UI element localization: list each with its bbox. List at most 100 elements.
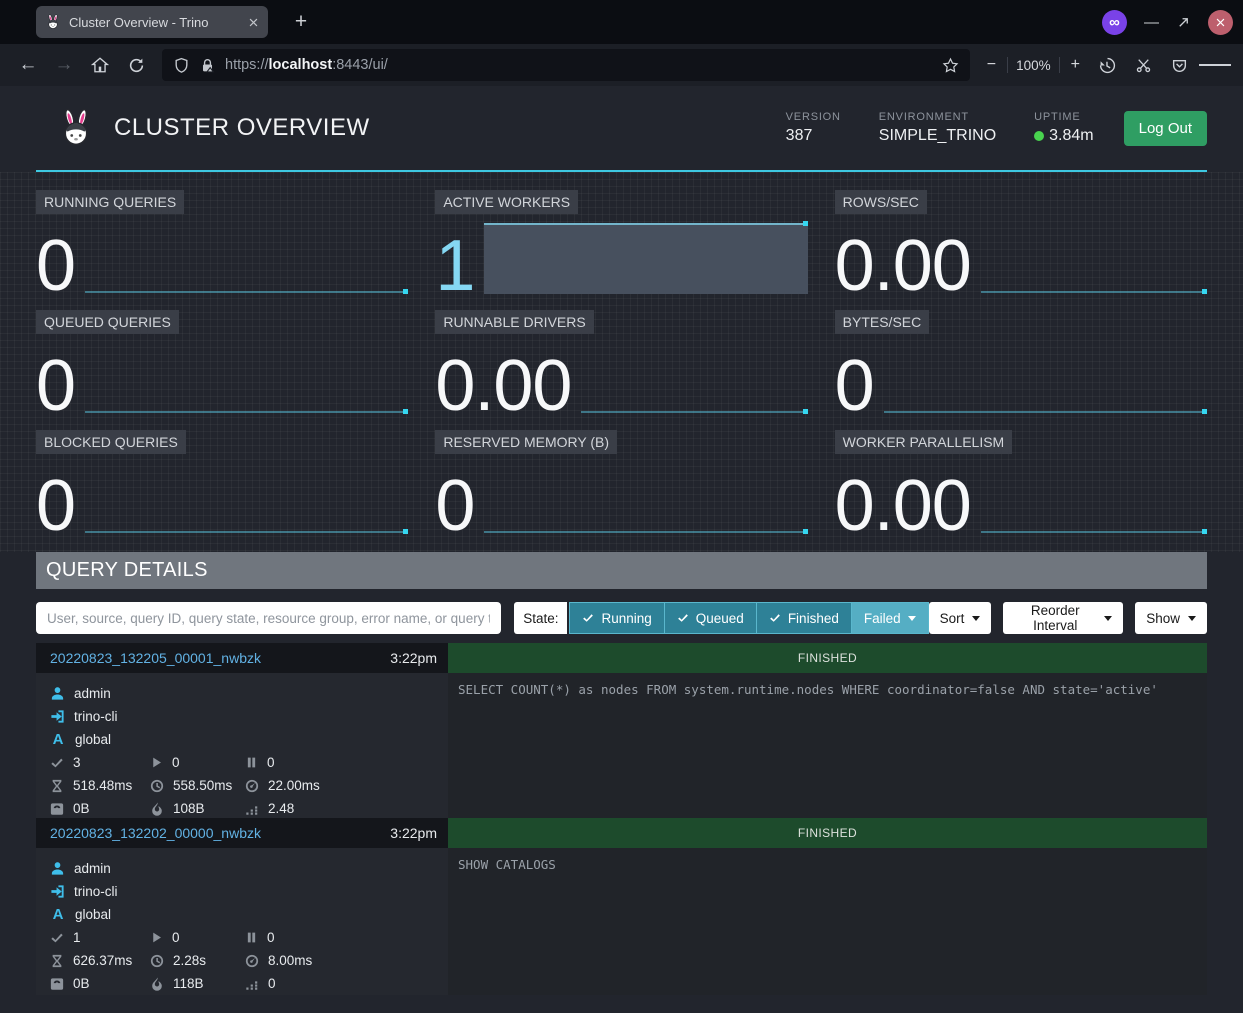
version-value: 387 (786, 127, 841, 145)
completed-splits-icon (50, 756, 64, 770)
query-row-header: 20220823_132205_00001_nwbzk 3:22pm FINIS… (36, 643, 1207, 673)
version-meta: VERSION 387 (786, 111, 841, 145)
query-id-link[interactable]: 20220823_132202_00000_nwbzk (50, 825, 261, 841)
query-row-header: 20220823_132202_00000_nwbzk 3:22pm FINIS… (36, 818, 1207, 848)
elapsed-time: 558.50ms (173, 778, 232, 793)
zoom-out-button[interactable]: − (984, 56, 999, 74)
query-row-body: admin trino-cli Aglobal 3 0 0 518.48ms 5… (36, 673, 1207, 815)
source-icon (50, 709, 65, 724)
uptime-status-dot (1034, 131, 1044, 141)
window-minimize-button[interactable]: — (1144, 14, 1159, 31)
chevron-down-icon (1188, 616, 1196, 621)
url-bar[interactable]: https://localhost:8443/ui/ (162, 49, 970, 81)
history-button[interactable] (1091, 50, 1123, 80)
check-icon (582, 612, 594, 624)
running-splits: 0 (172, 755, 180, 770)
trino-bunny-logo (56, 108, 96, 148)
new-tab-button[interactable]: + (286, 7, 316, 37)
stat-card: BYTES/SEC 0 (835, 305, 1207, 420)
query-row-body: admin trino-cli Aglobal 1 0 0 626.37ms 2… (36, 848, 1207, 990)
show-label: Show (1146, 611, 1180, 626)
tracking-shield-icon[interactable] (173, 57, 190, 74)
environment-value: SIMPLE_TRINO (879, 127, 996, 145)
browser-tab[interactable]: Cluster Overview - Trino (36, 6, 268, 38)
query-resource-group: global (75, 732, 111, 747)
query-resource-group: global (75, 907, 111, 922)
sort-button[interactable]: Sort (929, 602, 992, 634)
forward-button[interactable]: → (48, 50, 80, 80)
zoom-level[interactable]: 100% (1016, 58, 1051, 73)
trino-app: CLUSTER OVERVIEW VERSION 387 ENVIRONMENT… (0, 86, 1243, 1013)
cumulative-memory: 118B (173, 976, 204, 991)
query-row: 20220823_132205_00001_nwbzk 3:22pm FINIS… (36, 643, 1207, 815)
current-memory: 0B (73, 976, 90, 991)
query-row: 20220823_132202_00000_nwbzk 3:22pm FINIS… (36, 818, 1207, 990)
cumulative-memory-icon (150, 802, 164, 816)
current-memory: 0B (73, 801, 90, 816)
query-time: 3:22pm (390, 650, 437, 666)
separator (1007, 57, 1008, 73)
stat-card: RUNNABLE DRIVERS 0.00 (435, 305, 807, 420)
query-search-input[interactable] (36, 602, 501, 634)
back-button[interactable]: ← (12, 50, 44, 80)
reload-button[interactable] (120, 50, 152, 80)
state-filter-label: State: (514, 602, 567, 634)
stat-card-value: 0 (435, 478, 474, 534)
state-filter-button[interactable]: Failed (852, 602, 929, 634)
sparkline (484, 223, 807, 294)
version-label: VERSION (786, 111, 841, 123)
stat-card: ROWS/SEC 0.00 (835, 185, 1207, 300)
running-splits-icon (150, 931, 163, 944)
sparkline (884, 343, 1207, 414)
stat-card-label: BYTES/SEC (835, 310, 930, 334)
cpu-time-icon (245, 954, 259, 968)
state-filter-button[interactable]: Running (569, 602, 664, 634)
stat-card-value: 0 (36, 478, 75, 534)
queued-splits-icon (245, 931, 258, 944)
state-filter-button[interactable]: Finished (757, 602, 852, 634)
query-source: trino-cli (74, 709, 118, 724)
menu-button[interactable] (1199, 50, 1231, 80)
stat-card-value: 0.00 (835, 238, 971, 294)
queued-splits: 0 (267, 755, 275, 770)
window-close-button[interactable] (1208, 10, 1233, 35)
page-title: CLUSTER OVERVIEW (114, 114, 370, 142)
zoom-in-button[interactable]: + (1068, 56, 1083, 74)
url-prefix: https:// (225, 57, 269, 73)
lock-warning-icon[interactable] (199, 57, 216, 74)
home-button[interactable] (84, 50, 116, 80)
sparkline (981, 463, 1207, 534)
url-suffix: :8443/ui/ (332, 57, 388, 73)
query-filter-toolbar: State: Running Queued Finished Failed So… (36, 602, 1207, 634)
logout-button[interactable]: Log Out (1124, 111, 1207, 146)
stat-card-value: 0 (36, 358, 75, 414)
check-icon (677, 612, 689, 624)
show-button[interactable]: Show (1135, 602, 1207, 634)
cumulative-memory-icon (150, 977, 164, 991)
completed-splits-icon (50, 931, 64, 945)
stat-card-label: QUEUED QUERIES (36, 310, 179, 334)
query-details-title: QUERY DETAILS (46, 559, 208, 582)
state-filter-button[interactable]: Queued (665, 602, 757, 634)
stat-card-label: BLOCKED QUERIES (36, 430, 186, 454)
reorder-interval-button[interactable]: Reorder Interval (1003, 602, 1123, 634)
query-details-header: QUERY DETAILS (36, 552, 1207, 589)
queued-splits-icon (245, 756, 258, 769)
window-restore-button[interactable] (1176, 15, 1191, 30)
state-filter-button-label: Finished (788, 611, 839, 626)
cluster-stats-section: RUNNING QUERIES 0 ACTIVE WORKERS 1 ROWS/… (0, 172, 1243, 552)
query-id-link[interactable]: 20220823_132205_00001_nwbzk (50, 650, 261, 666)
screenshot-button[interactable] (1127, 50, 1159, 80)
browser-tab-bar: Cluster Overview - Trino + ∞ — (0, 0, 1243, 44)
bookmark-star-icon[interactable] (942, 55, 959, 75)
parallelism: 0 (268, 976, 276, 991)
stat-card-label: RUNNING QUERIES (36, 190, 184, 214)
tab-close-icon[interactable] (248, 17, 259, 28)
wall-time: 518.48ms (73, 778, 132, 793)
reorder-interval-label: Reorder Interval (1014, 603, 1096, 633)
chevron-down-icon (908, 616, 916, 621)
pocket-button[interactable] (1163, 50, 1195, 80)
stat-card: RESERVED MEMORY (B) 0 (435, 425, 807, 540)
stat-card-label: ACTIVE WORKERS (435, 190, 578, 214)
url-text[interactable]: https://localhost:8443/ui/ (225, 57, 933, 73)
